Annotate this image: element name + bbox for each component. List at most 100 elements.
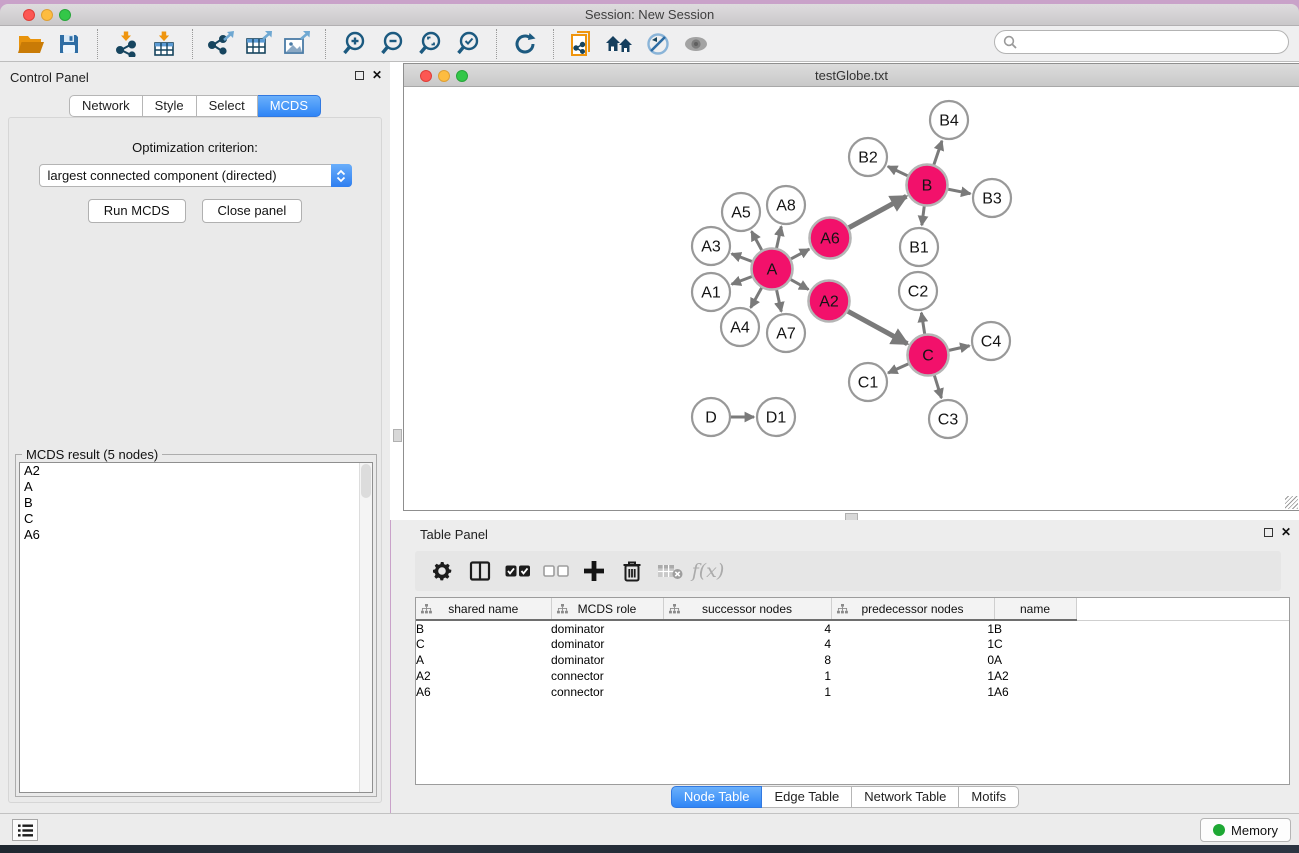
- graph-edge-A-A8[interactable]: [776, 226, 781, 250]
- table-cell[interactable]: connector: [551, 668, 663, 684]
- table-cell[interactable]: A: [416, 652, 551, 668]
- tab-select[interactable]: Select: [197, 95, 258, 117]
- graph-node-B2[interactable]: B2: [849, 138, 887, 176]
- graph-node-B4[interactable]: B4: [930, 101, 968, 139]
- export-table-icon[interactable]: [240, 27, 278, 61]
- clear-checks-icon[interactable]: [537, 554, 575, 588]
- graph-edge-A-A5[interactable]: [752, 231, 764, 252]
- float-panel-icon[interactable]: [355, 71, 364, 80]
- table-cell[interactable]: 0: [831, 652, 994, 668]
- graph-node-A1[interactable]: A1: [692, 273, 730, 311]
- graph-node-A3[interactable]: A3: [692, 227, 730, 265]
- zoom-selected-icon[interactable]: [449, 27, 487, 61]
- graph-node-A5[interactable]: A5: [722, 193, 760, 231]
- graph-edge-B-B2[interactable]: [888, 166, 910, 177]
- table-cell[interactable]: 1: [831, 668, 994, 684]
- import-table-icon[interactable]: [145, 27, 183, 61]
- mcds-result-item[interactable]: B: [20, 495, 372, 511]
- graph-edge-A-A7[interactable]: [776, 287, 781, 311]
- graph-node-A7[interactable]: A7: [767, 314, 805, 352]
- close-panel-button[interactable]: Close panel: [202, 199, 303, 223]
- column-header-shared-name[interactable]: shared name: [416, 598, 551, 620]
- graph-node-C1[interactable]: C1: [849, 363, 887, 401]
- column-header-successor-nodes[interactable]: successor nodes: [663, 598, 831, 620]
- table-cell[interactable]: dominator: [551, 636, 663, 652]
- mcds-result-item[interactable]: C: [20, 511, 372, 527]
- table-cell[interactable]: dominator: [551, 620, 663, 636]
- table-cell[interactable]: A6: [994, 684, 1076, 700]
- memory-button[interactable]: Memory: [1200, 818, 1291, 842]
- graph-node-C4[interactable]: C4: [972, 322, 1010, 360]
- graph-node-D1[interactable]: D1: [757, 398, 795, 436]
- mcds-result-item[interactable]: A6: [20, 527, 372, 543]
- tab-node-table[interactable]: Node Table: [671, 786, 763, 808]
- close-table-panel-icon[interactable]: ✕: [1281, 527, 1291, 537]
- table-cell[interactable]: A2: [416, 668, 551, 684]
- function-builder-icon[interactable]: f(x): [689, 554, 727, 588]
- table-cell[interactable]: A6: [416, 684, 551, 700]
- graph-edge-C-C3[interactable]: [934, 373, 942, 398]
- graph-edge-C-C4[interactable]: [946, 346, 969, 351]
- column-header-name[interactable]: name: [994, 598, 1076, 620]
- zoom-out-icon[interactable]: [373, 27, 411, 61]
- table-cell[interactable]: 4: [663, 620, 831, 636]
- graph-edge-A-A3[interactable]: [732, 254, 755, 263]
- table-cell[interactable]: 8: [663, 652, 831, 668]
- table-cell[interactable]: dominator: [551, 652, 663, 668]
- table-cell[interactable]: 1: [831, 636, 994, 652]
- graph-node-C[interactable]: C: [908, 335, 949, 376]
- show-column-icon[interactable]: [461, 554, 499, 588]
- table-cell[interactable]: B: [994, 620, 1076, 636]
- search-input[interactable]: [994, 30, 1289, 54]
- frame-resize-grip[interactable]: [1285, 496, 1298, 509]
- vertical-splitter-handle[interactable]: [393, 429, 402, 442]
- table-row[interactable]: A2connector11A2: [416, 668, 1289, 684]
- graph-node-B[interactable]: B: [907, 165, 948, 206]
- table-cell[interactable]: 1: [831, 684, 994, 700]
- table-cell[interactable]: B: [416, 620, 551, 636]
- graph-edge-B-B1[interactable]: [922, 203, 925, 225]
- table-cell[interactable]: 1: [663, 668, 831, 684]
- tab-network[interactable]: Network: [69, 95, 143, 117]
- graph-edge-C-C2[interactable]: [921, 313, 925, 337]
- run-mcds-button[interactable]: Run MCDS: [88, 199, 186, 223]
- tab-network-table[interactable]: Network Table: [852, 786, 959, 808]
- graph-edge-A2-C[interactable]: [845, 310, 907, 344]
- export-image-icon[interactable]: [278, 27, 316, 61]
- float-table-panel-icon[interactable]: [1264, 528, 1273, 537]
- table-cell[interactable]: 4: [663, 636, 831, 652]
- hide-labels-icon[interactable]: [639, 27, 677, 61]
- open-session-icon[interactable]: [12, 27, 50, 61]
- graph-edge-A6-B[interactable]: [846, 196, 906, 229]
- tab-edge-table[interactable]: Edge Table: [762, 786, 852, 808]
- settings-gear-icon[interactable]: [423, 554, 461, 588]
- table-cell[interactable]: C: [994, 636, 1076, 652]
- eye-icon[interactable]: [677, 27, 715, 61]
- table-cell[interactable]: 1: [663, 684, 831, 700]
- network-frame-titlebar[interactable]: testGlobe.txt: [404, 64, 1299, 87]
- import-network-icon[interactable]: [107, 27, 145, 61]
- graph-edge-A-A2[interactable]: [788, 278, 808, 289]
- graph-node-B1[interactable]: B1: [900, 228, 938, 266]
- mcds-result-list[interactable]: A2ABCA6: [19, 462, 373, 793]
- graph-node-A8[interactable]: A8: [767, 186, 805, 224]
- mcds-result-item[interactable]: A: [20, 479, 372, 495]
- graph-node-A[interactable]: A: [752, 249, 793, 290]
- tab-mcds[interactable]: MCDS: [258, 95, 321, 117]
- mcds-result-item[interactable]: A2: [20, 463, 372, 479]
- criterion-dropdown[interactable]: largest connected component (directed): [39, 164, 352, 187]
- table-cell[interactable]: C: [416, 636, 551, 652]
- save-session-icon[interactable]: [50, 27, 88, 61]
- table-cell[interactable]: 1: [831, 620, 994, 636]
- table-row[interactable]: Adominator80A: [416, 652, 1289, 668]
- graph-edge-A-A1[interactable]: [732, 276, 755, 285]
- network-canvas[interactable]: B4B2BB3A8A5A6B1A3AC2A1A2A4A7C4CC1C3DD1: [404, 87, 1299, 510]
- task-history-button[interactable]: [12, 819, 38, 841]
- column-header-MCDS-role[interactable]: MCDS role: [551, 598, 663, 620]
- refresh-icon[interactable]: [506, 27, 544, 61]
- graph-edge-B-B3[interactable]: [945, 189, 970, 194]
- close-panel-icon[interactable]: ✕: [372, 70, 382, 80]
- graph-node-A4[interactable]: A4: [721, 308, 759, 346]
- column-header-predecessor-nodes[interactable]: predecessor nodes: [831, 598, 994, 620]
- table-row[interactable]: Bdominator41B: [416, 620, 1289, 636]
